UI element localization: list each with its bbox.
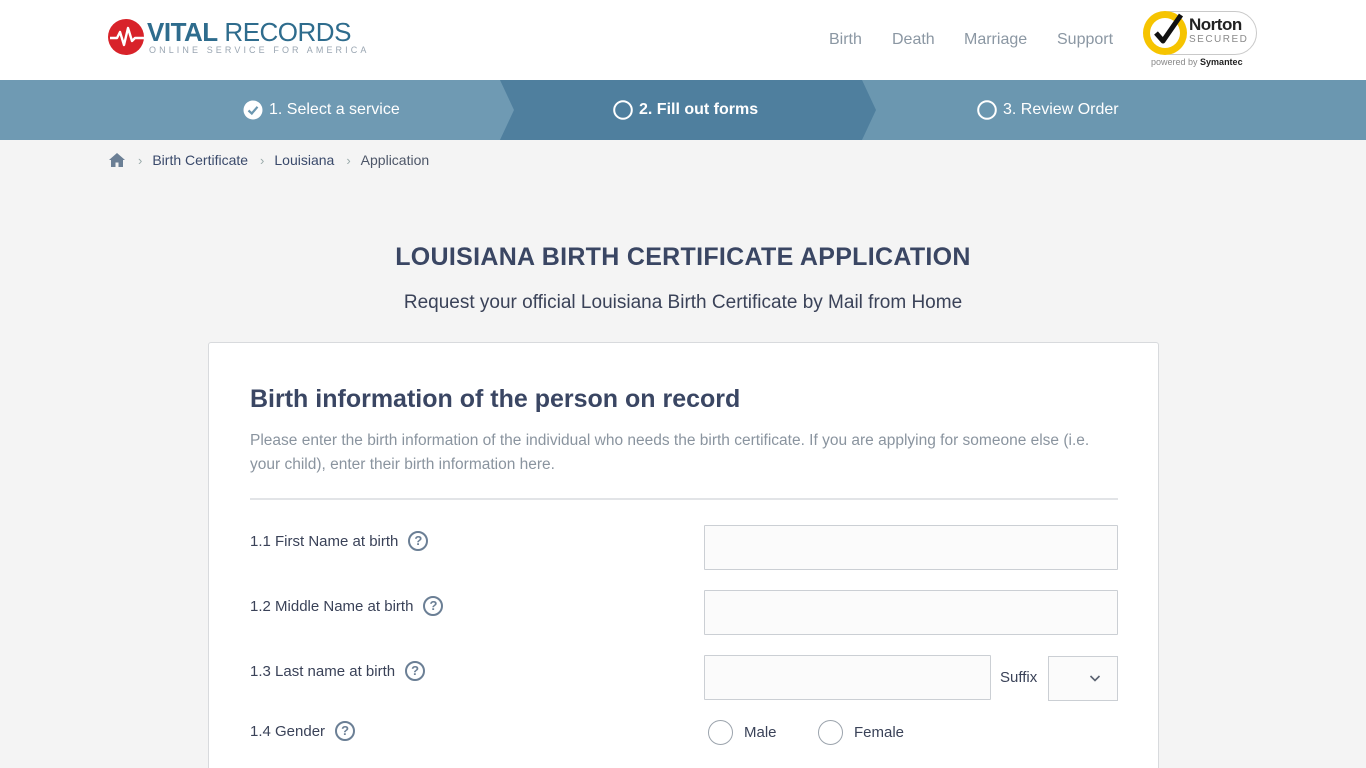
check-circle-icon	[243, 100, 263, 120]
norton-name: Norton	[1189, 15, 1242, 34]
section-divider	[250, 498, 1118, 500]
chevron-down-icon	[1089, 675, 1101, 682]
breadcrumb-louisiana[interactable]: Louisiana	[274, 152, 334, 168]
step-review-order[interactable]: 3. Review Order	[977, 80, 1119, 140]
step-fill-forms[interactable]: 2. Fill out forms	[613, 80, 758, 140]
site-header: VITAL RECORDS ONLINE SERVICE FOR AMERICA…	[0, 0, 1366, 80]
chevron-right-icon: ›	[138, 152, 143, 168]
middle-name-input[interactable]	[704, 590, 1118, 635]
page-subtitle: Request your official Louisiana Birth Ce…	[403, 292, 963, 313]
suffix-select[interactable]	[1048, 656, 1118, 701]
chevron-right-icon: ›	[260, 152, 265, 168]
gender-label: 1.4 Gender ?	[250, 721, 356, 741]
help-icon[interactable]: ?	[408, 531, 429, 551]
radio-circle[interactable]	[708, 720, 733, 745]
middle-name-label: 1.2 Middle Name at birth ?	[250, 596, 444, 616]
form-section-description: Please enter the birth information of th…	[250, 432, 1090, 473]
breadcrumb-current: Application	[360, 152, 430, 168]
progress-steps: 1. Select a service 2. Fill out forms 3.…	[0, 80, 1366, 140]
norton-secured-text: SECURED	[1189, 34, 1249, 45]
step-label: 1. Select a service	[269, 101, 400, 118]
form-section-title: Birth information of the person on recor…	[250, 385, 741, 413]
step-label: 3. Review Order	[1003, 101, 1119, 118]
suffix-label: Suffix	[1000, 669, 1038, 686]
chevron-right-icon: ›	[346, 152, 351, 168]
last-name-label: 1.3 Last name at birth ?	[250, 661, 426, 681]
nav-marriage[interactable]: Marriage	[964, 29, 1027, 51]
circle-icon	[613, 100, 633, 120]
first-name-label: 1.1 First Name at birth ?	[250, 531, 429, 551]
breadcrumb: › Birth Certificate › Louisiana › Applic…	[108, 150, 429, 170]
first-name-input[interactable]	[704, 525, 1118, 570]
gender-male-radio[interactable]: Male	[708, 720, 777, 745]
help-icon[interactable]: ?	[405, 661, 426, 681]
circle-icon	[977, 100, 997, 120]
breadcrumb-birth-certificate[interactable]: Birth Certificate	[152, 152, 248, 168]
birth-info-form-card: Birth information of the person on recor…	[208, 342, 1159, 768]
checkmark-icon	[1143, 11, 1187, 55]
page-title: LOUISIANA BIRTH CERTIFICATE APPLICATION	[395, 243, 971, 271]
home-icon[interactable]	[108, 152, 126, 168]
nav-death[interactable]: Death	[892, 29, 935, 51]
help-icon[interactable]: ?	[423, 596, 444, 616]
radio-label: Male	[744, 724, 777, 741]
nav-birth[interactable]: Birth	[829, 29, 862, 51]
last-name-input[interactable]	[704, 655, 991, 700]
step-label: 2. Fill out forms	[639, 101, 759, 118]
radio-circle[interactable]	[818, 720, 843, 745]
norton-powered-by: powered by Symantec	[1151, 57, 1243, 67]
gender-female-radio[interactable]: Female	[818, 720, 904, 745]
radio-label: Female	[854, 724, 905, 741]
help-icon[interactable]: ?	[335, 721, 356, 741]
norton-secured-badge[interactable]: Norton SECURED powered by Symantec	[1143, 8, 1259, 70]
nav-support[interactable]: Support	[1057, 29, 1113, 51]
step-select-service[interactable]: 1. Select a service	[243, 80, 400, 140]
